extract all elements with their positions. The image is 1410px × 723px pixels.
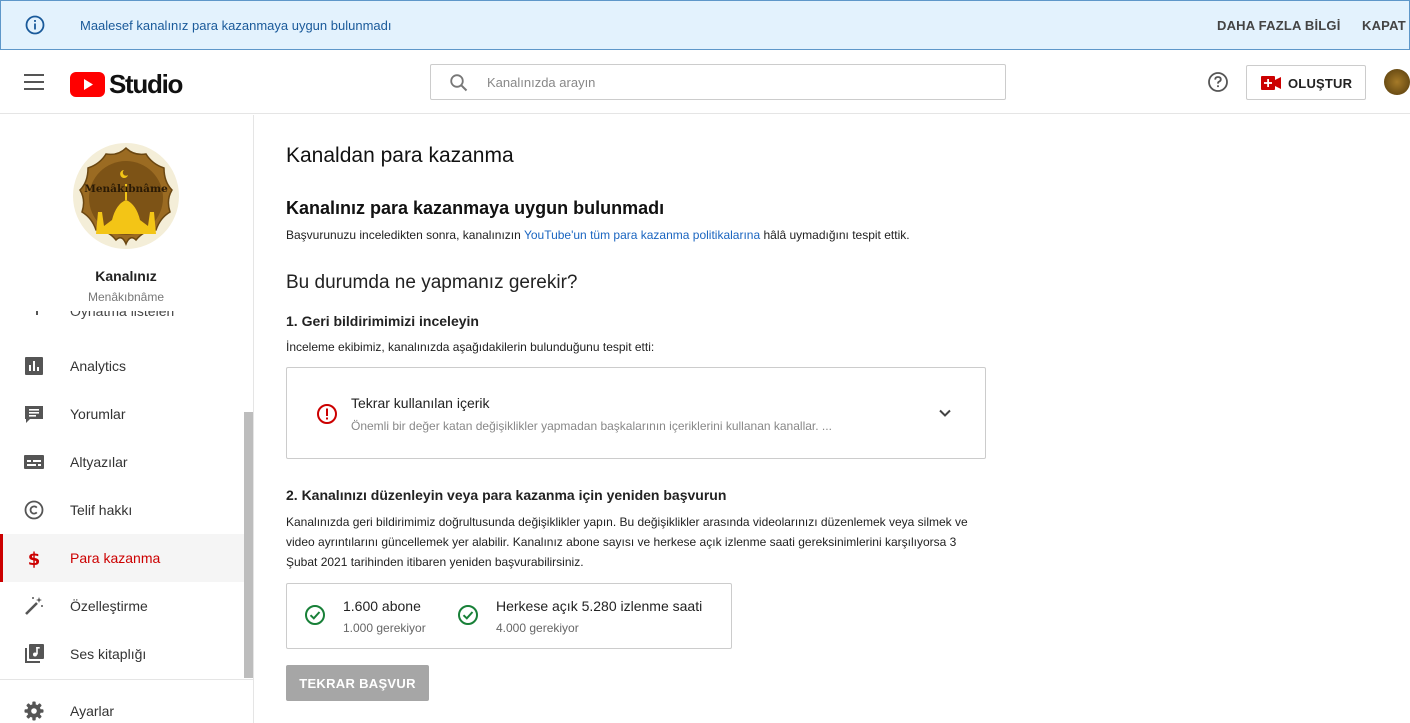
channel-title: Kanalınız [95, 268, 157, 284]
channel-name: Menâkıbnâme [87, 290, 165, 304]
main-content: Kanaldan para kazanma Kanalınız para kaz… [254, 115, 1410, 723]
sidebar-item-audio-library[interactable]: Ses kitaplığı [0, 630, 244, 678]
chevron-down-icon[interactable] [937, 405, 953, 421]
page-title: Kanaldan para kazanma [286, 144, 514, 167]
sidebar-item-label: Yorumlar [70, 406, 126, 422]
search-box[interactable] [430, 64, 1006, 100]
step-2-title: 2. Kanalınızı düzenleyin veya para kazan… [286, 487, 727, 503]
subscribers-requirement: 1.600 abone [343, 598, 421, 614]
magic-wand-icon [25, 597, 43, 615]
subscribers-needed: 1.000 gerekiyor [343, 621, 426, 635]
sidebar-item-comments[interactable]: Yorumlar [0, 390, 244, 438]
learn-more-link[interactable]: DAHA FAZLA BİLGİ [1217, 18, 1341, 33]
sidebar-divider [0, 679, 253, 680]
reapply-button[interactable]: TEKRAR BAŞVUR [286, 665, 429, 701]
sidebar-item-settings[interactable]: Ayarlar [0, 687, 244, 723]
gear-icon [24, 701, 44, 721]
audio-library-icon [25, 644, 44, 663]
playlist-icon [36, 311, 44, 315]
error-icon [317, 404, 337, 424]
check-circle-icon [305, 605, 325, 625]
sidebar-item-subtitles[interactable]: Altyazılar [0, 438, 244, 486]
sidebar-item-label: Altyazılar [70, 454, 128, 470]
notification-banner: Maalesef kanalınız para kazanmaya uygun … [0, 0, 1410, 50]
policies-link[interactable]: YouTube'un tüm para kazanma politikaları… [524, 228, 760, 242]
sidebar-item-label: Özelleştirme [70, 598, 148, 614]
avatar-text: Menâkıbnâme [84, 183, 168, 195]
create-label: OLUŞTUR [1288, 76, 1353, 91]
sidebar-item-label: Ses kitaplığı [70, 646, 147, 662]
avatar[interactable] [1384, 69, 1410, 95]
channel-avatar[interactable]: Menâkıbnâme [72, 142, 180, 250]
search-icon [450, 74, 468, 92]
watch-hours-needed: 4.000 gerekiyor [496, 621, 579, 635]
next-steps-heading: Bu durumda ne yapmanız gerekir? [286, 272, 578, 293]
info-icon [25, 15, 45, 35]
analytics-icon [25, 357, 43, 375]
menu-icon[interactable] [24, 74, 44, 90]
sidebar-item-analytics[interactable]: Analytics [0, 342, 244, 390]
sidebar-item-label: Para kazanma [70, 550, 161, 566]
create-video-icon [1261, 76, 1281, 90]
requirements-box: 1.600 abone 1.000 gerekiyor Herkese açık… [286, 583, 732, 649]
issue-card[interactable]: Tekrar kullanılan içerik Önemli bir değe… [286, 367, 986, 459]
sidebar-item-label: Telif hakkı [70, 502, 133, 518]
dismiss-button[interactable]: KAPAT [1362, 18, 1406, 33]
top-header: Studio OLUŞTUR [0, 50, 1410, 114]
watch-hours-requirement: Herkese açık 5.280 izlenme saati [496, 598, 703, 614]
sidebar-item-playlists[interactable]: Oynatma listeleri [0, 311, 244, 325]
sidebar-item-label: Oynatma listeleri [70, 311, 175, 319]
comments-icon [25, 406, 43, 423]
issue-description: Önemli bir değer katan değişiklikler yap… [351, 419, 832, 433]
dollar-icon: $ [28, 549, 41, 568]
sidebar-item-copyright[interactable]: Telif hakkı [0, 486, 244, 534]
ineligible-heading: Kanalınız para kazanmaya uygun bulunmadı [286, 198, 665, 218]
step-2-description: Kanalınızda geri bildirimimiz doğrultusu… [286, 515, 968, 569]
review-text-post: hâlâ uymadığını tespit ettik. [760, 228, 910, 242]
help-icon[interactable] [1207, 71, 1229, 93]
step-1-title: 1. Geri bildirimimizi inceleyin [286, 313, 479, 329]
sidebar-item-customization[interactable]: Özelleştirme [0, 582, 244, 630]
copyright-icon [24, 500, 44, 520]
check-circle-icon [458, 605, 478, 625]
banner-message: Maalesef kanalınız para kazanmaya uygun … [80, 18, 392, 33]
studio-logo[interactable]: Studio [70, 69, 183, 100]
subtitles-icon [24, 455, 44, 469]
search-input[interactable] [487, 72, 987, 92]
review-text-pre: Başvurunuzu inceledikten sonra, kanalını… [286, 228, 524, 242]
issue-title: Tekrar kullanılan içerik [351, 395, 490, 411]
sidebar-item-monetization[interactable]: $ Para kazanma [0, 534, 244, 582]
svg-text:$: $ [28, 549, 41, 568]
sidebar: Menâkıbnâme Kanalınız Menâkıbnâme Oynatm… [0, 115, 254, 723]
create-button[interactable]: OLUŞTUR [1246, 65, 1366, 100]
youtube-logo-icon [70, 72, 105, 97]
sidebar-item-label: Ayarlar [70, 703, 115, 719]
review-message: Başvurunuzu inceledikten sonra, kanalını… [286, 228, 910, 242]
logo-text: Studio [109, 69, 183, 99]
sidebar-item-label: Analytics [70, 358, 127, 374]
step-1-description: İnceleme ekibimiz, kanalınızda aşağıdaki… [286, 340, 655, 354]
sidebar-scrollbar[interactable] [244, 412, 253, 678]
